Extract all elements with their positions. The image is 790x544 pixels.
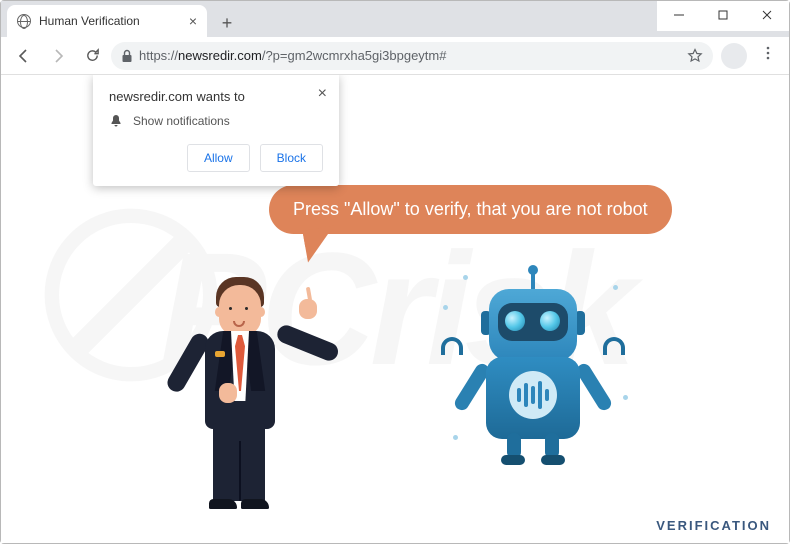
notification-popup: × newsredir.com wants to Show notificati…	[93, 75, 339, 186]
browser-tab[interactable]: Human Verification ×	[7, 5, 207, 37]
maximize-button[interactable]	[701, 1, 745, 29]
back-button[interactable]	[9, 41, 39, 71]
businessman-illustration	[179, 273, 309, 513]
globe-icon	[17, 14, 31, 28]
lock-icon	[121, 49, 133, 63]
notification-origin: newsredir.com wants to	[109, 89, 323, 104]
forward-button[interactable]	[43, 41, 73, 71]
toolbar: https://newsredir.com/?p=gm2wcmrxha5gi3b…	[1, 37, 789, 75]
block-button[interactable]: Block	[260, 144, 323, 172]
menu-button[interactable]	[755, 46, 781, 65]
page-content: PCrisk × newsredir.com wants to Show not…	[1, 75, 789, 543]
profile-avatar[interactable]	[721, 43, 747, 69]
address-bar[interactable]: https://newsredir.com/?p=gm2wcmrxha5gi3b…	[111, 42, 713, 70]
reload-button[interactable]	[77, 41, 107, 71]
robot-illustration	[443, 265, 623, 475]
allow-button[interactable]: Allow	[187, 144, 250, 172]
browser-window: Human Verification × + https://newsredir…	[0, 0, 790, 544]
close-tab-icon[interactable]: ×	[189, 13, 197, 29]
bell-icon	[109, 114, 123, 128]
new-tab-button[interactable]: +	[213, 9, 241, 37]
close-icon[interactable]: ×	[318, 85, 327, 103]
minimize-button[interactable]	[657, 1, 701, 29]
tab-title: Human Verification	[39, 14, 181, 28]
close-window-button[interactable]	[745, 1, 789, 29]
permission-label: Show notifications	[133, 114, 230, 128]
speech-bubble: Press "Allow" to verify, that you are no…	[269, 185, 672, 234]
footer-label: VERIFICATION	[656, 518, 771, 533]
permission-row: Show notifications	[109, 114, 323, 128]
url-text: https://newsredir.com/?p=gm2wcmrxha5gi3b…	[139, 48, 446, 63]
bookmark-star-icon[interactable]	[687, 48, 703, 64]
